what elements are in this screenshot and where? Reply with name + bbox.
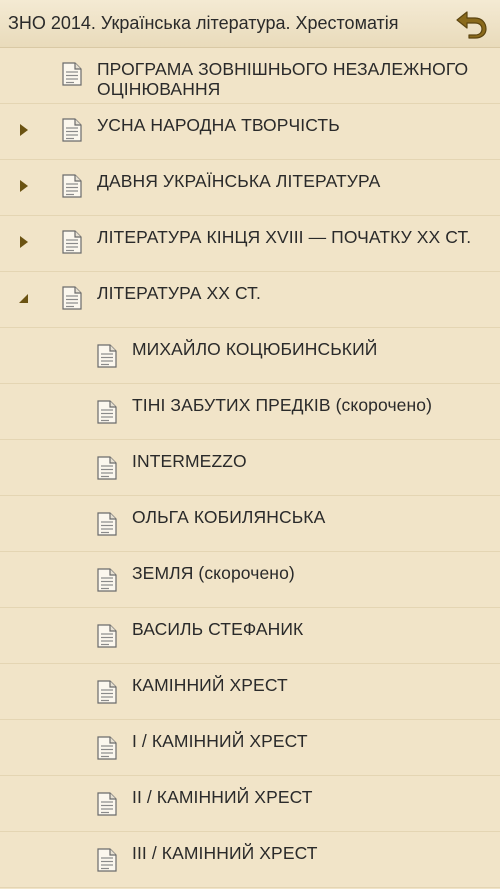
title-bar: ЗНО 2014. Українська література. Хрестом… [0,0,500,48]
tree-item[interactable]: ЗЕМЛЯ (скорочено) [0,552,500,608]
document-icon [96,344,118,368]
tree-item[interactable]: II / КАМІННИЙ ХРЕСТ [0,776,500,832]
tree-item[interactable]: ДАВНЯ УКРАЇНСЬКА ЛІТЕРАТУРА [0,160,500,216]
tree-item-label: ПРОГРАМА ЗОВНІШНЬОГО НЕЗАЛЕЖНОГО ОЦІНЮВА… [97,59,469,99]
back-button[interactable] [454,7,490,41]
document-icon [61,286,83,310]
tree-item-label: INTERMEZZO [132,451,247,471]
tree-item[interactable]: ЛІТЕРАТУРА XX СТ. [0,272,500,328]
collapse-arrow-icon[interactable] [14,288,34,308]
document-icon [96,736,118,760]
tree-item[interactable]: УСНА НАРОДНА ТВОРЧІСТЬ [0,104,500,160]
tree-item[interactable]: INTERMEZZO [0,440,500,496]
app-window: ЗНО 2014. Українська література. Хрестом… [0,0,500,889]
document-icon [96,624,118,648]
tree-item[interactable]: МИХАЙЛО КОЦЮБИНСЬКИЙ [0,328,500,384]
tree-item-label: ЛІТЕРАТУРА КІНЦЯ XVIII — ПОЧАТКУ XX СТ. [97,227,472,247]
tree-item[interactable]: III / КАМІННИЙ ХРЕСТ [0,832,500,888]
document-icon [96,680,118,704]
tree-item[interactable]: ТІНІ ЗАБУТИХ ПРЕДКІВ (скорочено) [0,384,500,440]
document-icon [61,62,83,86]
document-icon [96,568,118,592]
tree-item-label: ЛІТЕРАТУРА XX СТ. [97,283,261,303]
tree-item-label: ЗЕМЛЯ (скорочено) [132,563,295,583]
tree-item-label: II / КАМІННИЙ ХРЕСТ [132,787,313,807]
tree-item[interactable]: ОЛЬГА КОБИЛЯНСЬКА [0,496,500,552]
tree-item-label: МИХАЙЛО КОЦЮБИНСЬКИЙ [132,339,378,359]
tree-item-label: III / КАМІННИЙ ХРЕСТ [132,843,318,863]
tree-item[interactable]: ПРОГРАМА ЗОВНІШНЬОГО НЕЗАЛЕЖНОГО ОЦІНЮВА… [0,48,500,104]
tree-item-label: ВАСИЛЬ СТЕФАНИК [132,619,304,639]
chapter-tree: ПРОГРАМА ЗОВНІШНЬОГО НЕЗАЛЕЖНОГО ОЦІНЮВА… [0,48,500,888]
tree-item-label: ТІНІ ЗАБУТИХ ПРЕДКІВ (скорочено) [132,395,433,415]
tree-item[interactable]: ВАСИЛЬ СТЕФАНИК [0,608,500,664]
tree-item-label: ОЛЬГА КОБИЛЯНСЬКА [132,507,326,527]
undo-arrow-icon [456,11,487,39]
expand-arrow-icon[interactable] [14,176,34,196]
tree-item[interactable]: КАМІННИЙ ХРЕСТ [0,664,500,720]
document-icon [61,174,83,198]
page-title: ЗНО 2014. Українська література. Хрестом… [8,13,399,33]
document-icon [96,400,118,424]
document-icon [96,848,118,872]
document-icon [96,456,118,480]
document-icon [96,792,118,816]
tree-item-label: ДАВНЯ УКРАЇНСЬКА ЛІТЕРАТУРА [97,171,381,191]
tree-item-label: I / КАМІННИЙ ХРЕСТ [132,731,308,751]
tree-item-label: КАМІННИЙ ХРЕСТ [132,675,288,695]
document-icon [61,230,83,254]
tree-item[interactable]: I / КАМІННИЙ ХРЕСТ [0,720,500,776]
expand-arrow-icon[interactable] [14,232,34,252]
tree-item-label: УСНА НАРОДНА ТВОРЧІСТЬ [97,115,340,135]
tree-item[interactable]: ЛІТЕРАТУРА КІНЦЯ XVIII — ПОЧАТКУ XX СТ. [0,216,500,272]
document-icon [96,512,118,536]
document-icon [61,118,83,142]
expand-arrow-icon[interactable] [14,120,34,140]
